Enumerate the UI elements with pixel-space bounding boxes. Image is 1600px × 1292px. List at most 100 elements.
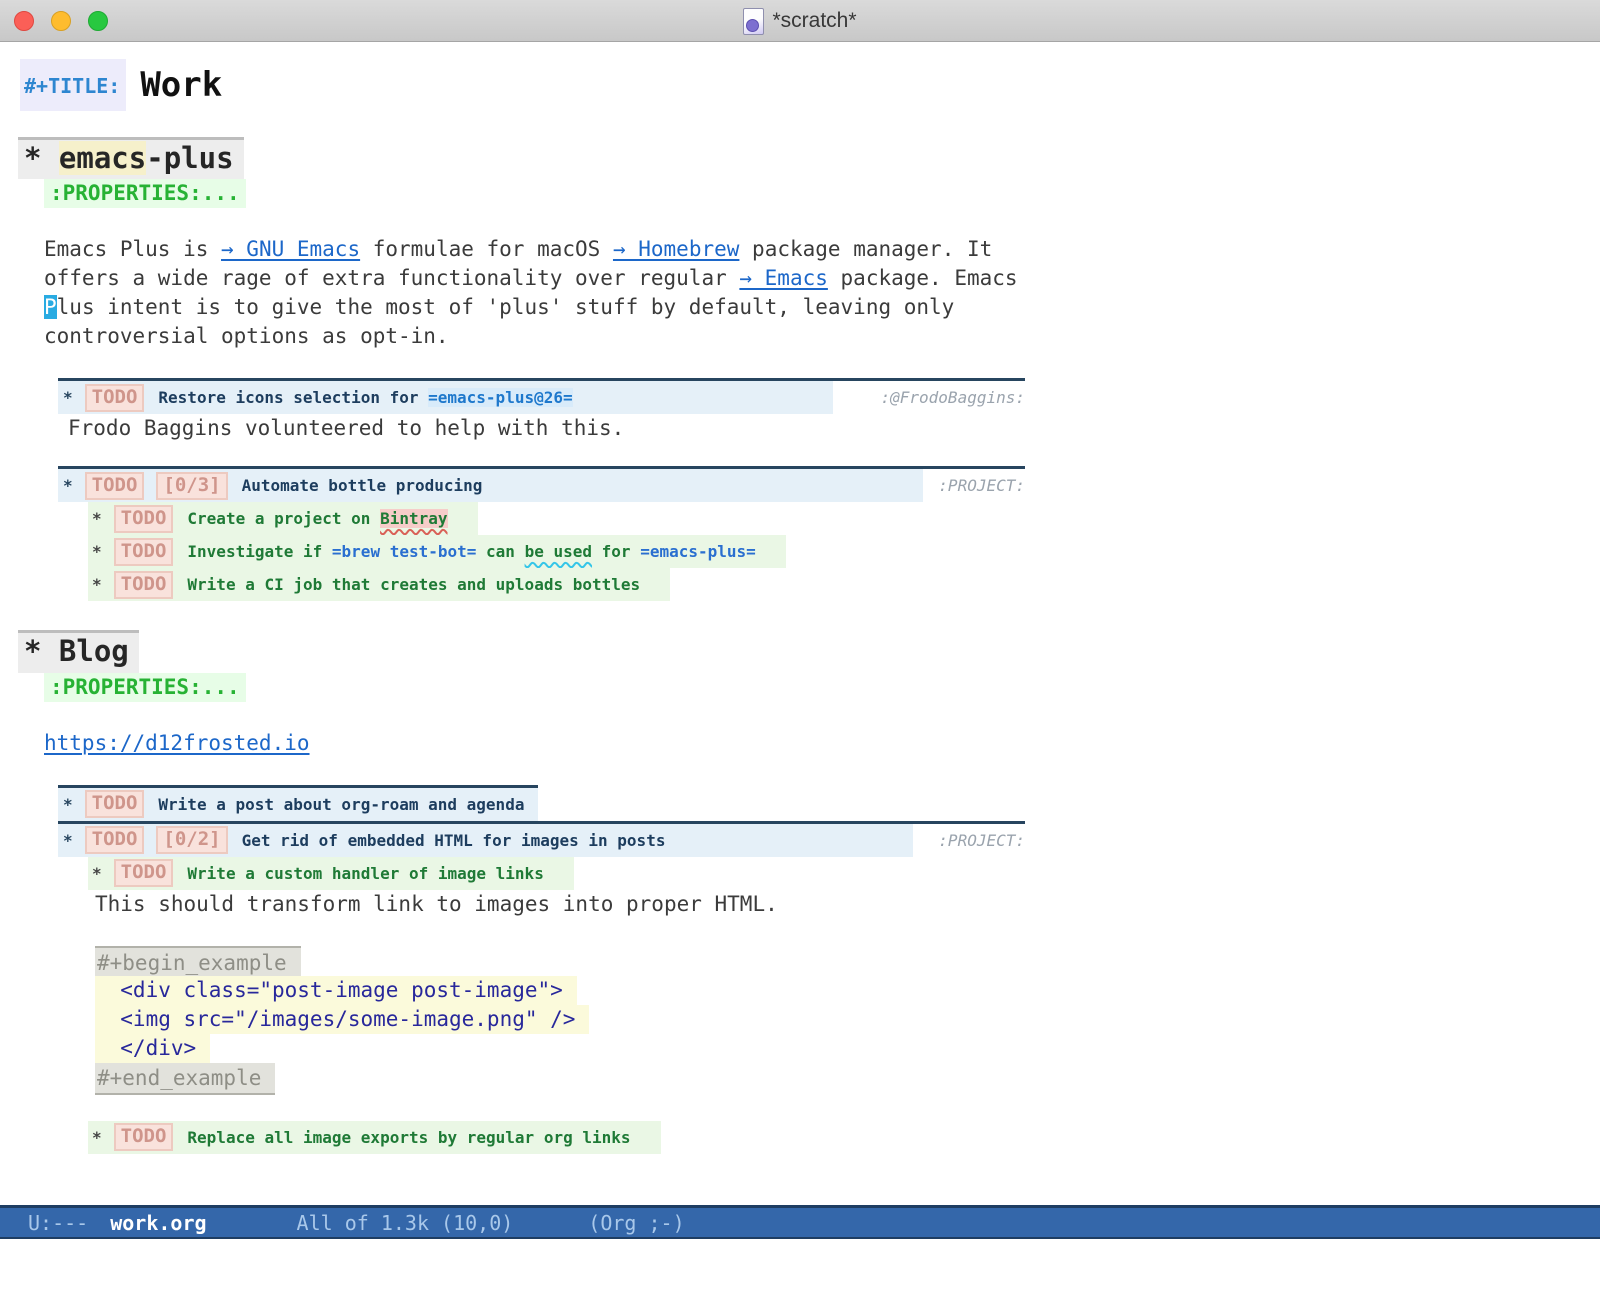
modeline-buffer-name[interactable]: work.org [110,1211,206,1235]
heading-blog[interactable]: * Blog [18,630,139,672]
code-text: <div class="post-image post-image"> [95,976,577,1005]
headline-star: * [63,831,73,850]
headline-star: * [63,795,73,814]
headline-main: * TODO Write a post about org-roam and a… [58,788,538,821]
headline-main: * TODO [0/2] Get rid of embedded HTML fo… [58,824,913,857]
subtask-row[interactable]: * TODO Create a project on Bintray [18,502,1600,535]
link-gnu-emacs[interactable]: → GNU Emacs [221,237,360,261]
heading-highlight: emacs [59,141,146,175]
headline-star: * [63,388,73,407]
heading-blog-line[interactable]: * Blog [18,630,1600,672]
todo-keyword-badge[interactable]: TODO [85,826,145,854]
todo-note: This should transform link to images int… [95,890,1600,919]
org-title-value: Work [140,65,222,105]
todo-progress-counter: [0/3] [156,472,227,500]
subtask-title: Create a project on Bintray [187,509,447,528]
headline-star: * [92,509,102,528]
paragraph-line-4: controversial options as opt-in. [44,322,1600,351]
link-d12frosted[interactable]: https://d12frosted.io [44,731,310,755]
todo-headline-write-post[interactable]: * TODO Write a post about org-roam and a… [58,785,538,821]
text: offers a wide rage of extra functionalit… [44,266,739,290]
example-begin-keyword: #+begin_example [95,946,301,978]
paragraph-line-1: Emacs Plus is → GNU Emacs formulae for m… [44,235,1600,264]
subtask-row[interactable]: * TODO Investigate if =brew test-bot= ca… [18,535,1600,568]
todo-keyword-badge[interactable]: TODO [114,859,174,887]
todo-keyword-badge[interactable]: TODO [114,1123,174,1151]
headline-title: Get rid of embedded HTML for images in p… [242,831,666,850]
link-homebrew[interactable]: → Homebrew [613,237,739,261]
org-tag-frodobaggins: :@FrodoBaggins: [881,388,1026,407]
headline-star: * [92,864,102,883]
window-titlebar[interactable]: *scratch* [0,0,1600,42]
todo-progress-counter: [0/2] [156,826,227,854]
modeline-position: All of 1.3k (10,0) [297,1211,514,1235]
properties-drawer[interactable]: :PROPERTIES:... [44,673,246,702]
subtask-title: Write a CI job that creates and uploads … [187,575,640,594]
verbatim-code: =emacs-plus= [640,542,756,561]
text: Create a project on [187,509,380,528]
headline-main: * TODO Restore icons selection for =emac… [58,381,833,414]
todo-headline-restore-icons[interactable]: * TODO Restore icons selection for =emac… [58,378,1025,414]
org-title-line: #+TITLE: Work [20,57,1600,113]
text: for [592,542,640,561]
subtask-row[interactable]: * TODO Write a custom handler of image l… [18,857,1600,890]
todo-keyword-badge[interactable]: TODO [114,571,174,599]
text: formulae for macOS [360,237,613,261]
link-emacs[interactable]: → Emacs [739,266,828,290]
window-title: *scratch* [772,9,856,33]
todo-keyword-badge[interactable]: TODO [85,472,145,500]
example-code-line: </div> [95,1034,1600,1063]
headline-main: * TODO [0/3] Automate bottle producing [58,469,923,502]
text: Emacs Plus is [44,237,221,261]
heading-star: * [24,141,59,175]
example-code-line: <div class="post-image post-image"> [95,976,1600,1005]
heading-emacs-plus-line[interactable]: * emacs-plus [18,137,1600,179]
editor-buffer[interactable]: #+TITLE: Work * emacs-plus :PROPERTIES:.… [0,43,1600,1205]
example-block: #+begin_example <div class="post-image p… [95,946,1600,1093]
properties-drawer[interactable]: :PROPERTIES:... [44,179,246,208]
todo-note: Frodo Baggins volunteered to help with t… [68,414,1600,443]
heading-emacs-plus[interactable]: * emacs-plus [18,137,244,179]
headline-star: * [92,542,102,561]
modeline-major-mode[interactable]: (Org ;-) [588,1211,684,1235]
code-text: <img src="/images/some-image.png" /> [95,1005,589,1034]
todo-headline-automate-bottle[interactable]: * TODO [0/3] Automate bottle producing :… [58,466,1025,502]
headline-star: * [92,575,102,594]
todo-keyword-badge[interactable]: TODO [85,384,145,412]
heading-star: * [24,634,59,668]
subtask-row[interactable]: * TODO Replace all image exports by regu… [18,1121,1600,1154]
document-icon [743,8,764,35]
subtask-title: Write a custom handler of image links [187,864,543,883]
text: controversial options as opt-in. [44,324,449,348]
todo-keyword-badge[interactable]: TODO [114,505,174,533]
org-tag-project: :PROJECT: [938,831,1025,850]
properties-drawer-line[interactable]: :PROPERTIES:... [18,673,1600,702]
headline-star: * [63,476,73,495]
text: Investigate if [187,542,332,561]
example-code-line: <img src="/images/some-image.png" /> [95,1005,1600,1034]
mode-line: U:--- work.org All of 1.3k (10,0) (Org ;… [0,1205,1600,1239]
org-tag-project: :PROJECT: [938,476,1025,495]
subtask-title: Investigate if =brew test-bot= can be us… [187,542,755,561]
misspelled-word: Bintray [380,509,447,528]
heading-text: Blog [59,634,129,668]
verbatim-code: =emacs-plus@26= [428,388,573,407]
blog-url-line: https://d12frosted.io [44,729,1600,758]
paragraph-line-3: Plus intent is to give the most of 'plus… [44,293,1600,322]
properties-drawer-line[interactable]: :PROPERTIES:... [18,179,1600,208]
org-title-keyword: #+TITLE: [20,59,126,111]
subtask-row[interactable]: * TODO Write a CI job that creates and u… [18,568,1600,601]
text: lus intent is to give the most of 'plus'… [57,295,955,319]
heading-rest: -plus [146,141,233,175]
spellcheck-phrase: be used [525,542,592,561]
paragraph-line-2: offers a wide rage of extra functionalit… [44,264,1600,293]
todo-keyword-badge[interactable]: TODO [85,790,145,818]
todo-headline-embedded-html[interactable]: * TODO [0/2] Get rid of embedded HTML fo… [58,821,1025,857]
text: package. Emacs [828,266,1018,290]
todo-keyword-badge[interactable]: TODO [114,538,174,566]
text-cursor: P [44,295,57,319]
window-title-area: *scratch* [0,0,1600,42]
example-end-keyword: #+end_example [95,1063,275,1095]
headline-star: * [92,1128,102,1147]
headline-title: Write a post about org-roam and agenda [158,795,524,814]
